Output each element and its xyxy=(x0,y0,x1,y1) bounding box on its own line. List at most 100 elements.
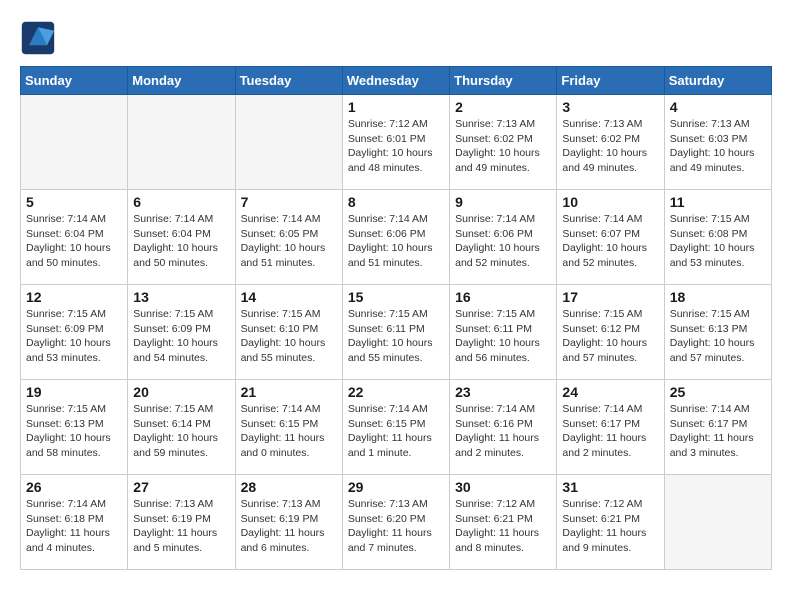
cell-info: Sunrise: 7:13 AMSunset: 6:19 PMDaylight:… xyxy=(241,498,325,554)
header-cell-wednesday: Wednesday xyxy=(342,67,449,95)
cell-info: Sunrise: 7:15 AMSunset: 6:09 PMDaylight:… xyxy=(26,308,111,364)
day-number: 28 xyxy=(241,479,337,495)
cell-info: Sunrise: 7:14 AMSunset: 6:15 PMDaylight:… xyxy=(241,403,325,459)
day-number: 8 xyxy=(348,194,444,210)
day-cell xyxy=(235,95,342,190)
day-number: 2 xyxy=(455,99,551,115)
day-cell xyxy=(21,95,128,190)
cell-info: Sunrise: 7:13 AMSunset: 6:20 PMDaylight:… xyxy=(348,498,432,554)
day-cell: 17 Sunrise: 7:15 AMSunset: 6:12 PMDaylig… xyxy=(557,285,664,380)
header-cell-thursday: Thursday xyxy=(450,67,557,95)
day-cell: 3 Sunrise: 7:13 AMSunset: 6:02 PMDayligh… xyxy=(557,95,664,190)
header-cell-tuesday: Tuesday xyxy=(235,67,342,95)
day-cell: 23 Sunrise: 7:14 AMSunset: 6:16 PMDaylig… xyxy=(450,380,557,475)
header-cell-friday: Friday xyxy=(557,67,664,95)
day-cell: 29 Sunrise: 7:13 AMSunset: 6:20 PMDaylig… xyxy=(342,475,449,570)
day-number: 7 xyxy=(241,194,337,210)
cell-info: Sunrise: 7:14 AMSunset: 6:05 PMDaylight:… xyxy=(241,213,326,269)
day-cell: 10 Sunrise: 7:14 AMSunset: 6:07 PMDaylig… xyxy=(557,190,664,285)
cell-info: Sunrise: 7:15 AMSunset: 6:11 PMDaylight:… xyxy=(455,308,540,364)
week-row-2: 5 Sunrise: 7:14 AMSunset: 6:04 PMDayligh… xyxy=(21,190,772,285)
day-number: 11 xyxy=(670,194,766,210)
day-cell: 11 Sunrise: 7:15 AMSunset: 6:08 PMDaylig… xyxy=(664,190,771,285)
day-number: 19 xyxy=(26,384,122,400)
day-number: 4 xyxy=(670,99,766,115)
day-cell: 21 Sunrise: 7:14 AMSunset: 6:15 PMDaylig… xyxy=(235,380,342,475)
week-row-1: 1 Sunrise: 7:12 AMSunset: 6:01 PMDayligh… xyxy=(21,95,772,190)
calendar-table: SundayMondayTuesdayWednesdayThursdayFrid… xyxy=(20,66,772,570)
day-number: 18 xyxy=(670,289,766,305)
day-cell: 19 Sunrise: 7:15 AMSunset: 6:13 PMDaylig… xyxy=(21,380,128,475)
cell-info: Sunrise: 7:14 AMSunset: 6:16 PMDaylight:… xyxy=(455,403,539,459)
day-cell: 2 Sunrise: 7:13 AMSunset: 6:02 PMDayligh… xyxy=(450,95,557,190)
day-cell xyxy=(664,475,771,570)
day-cell: 14 Sunrise: 7:15 AMSunset: 6:10 PMDaylig… xyxy=(235,285,342,380)
day-cell: 15 Sunrise: 7:15 AMSunset: 6:11 PMDaylig… xyxy=(342,285,449,380)
cell-info: Sunrise: 7:15 AMSunset: 6:12 PMDaylight:… xyxy=(562,308,647,364)
week-row-5: 26 Sunrise: 7:14 AMSunset: 6:18 PMDaylig… xyxy=(21,475,772,570)
header-cell-sunday: Sunday xyxy=(21,67,128,95)
day-cell: 28 Sunrise: 7:13 AMSunset: 6:19 PMDaylig… xyxy=(235,475,342,570)
cell-info: Sunrise: 7:12 AMSunset: 6:21 PMDaylight:… xyxy=(455,498,539,554)
day-number: 13 xyxy=(133,289,229,305)
day-cell: 13 Sunrise: 7:15 AMSunset: 6:09 PMDaylig… xyxy=(128,285,235,380)
day-cell: 1 Sunrise: 7:12 AMSunset: 6:01 PMDayligh… xyxy=(342,95,449,190)
cell-info: Sunrise: 7:14 AMSunset: 6:15 PMDaylight:… xyxy=(348,403,432,459)
day-number: 22 xyxy=(348,384,444,400)
cell-info: Sunrise: 7:13 AMSunset: 6:02 PMDaylight:… xyxy=(455,118,540,174)
cell-info: Sunrise: 7:14 AMSunset: 6:07 PMDaylight:… xyxy=(562,213,647,269)
day-number: 26 xyxy=(26,479,122,495)
logo-icon xyxy=(20,20,56,56)
day-cell: 12 Sunrise: 7:15 AMSunset: 6:09 PMDaylig… xyxy=(21,285,128,380)
cell-info: Sunrise: 7:14 AMSunset: 6:06 PMDaylight:… xyxy=(348,213,433,269)
day-number: 30 xyxy=(455,479,551,495)
cell-info: Sunrise: 7:14 AMSunset: 6:18 PMDaylight:… xyxy=(26,498,110,554)
cell-info: Sunrise: 7:14 AMSunset: 6:04 PMDaylight:… xyxy=(26,213,111,269)
cell-info: Sunrise: 7:15 AMSunset: 6:09 PMDaylight:… xyxy=(133,308,218,364)
cell-info: Sunrise: 7:13 AMSunset: 6:02 PMDaylight:… xyxy=(562,118,647,174)
day-number: 16 xyxy=(455,289,551,305)
cell-info: Sunrise: 7:14 AMSunset: 6:17 PMDaylight:… xyxy=(670,403,754,459)
day-cell: 6 Sunrise: 7:14 AMSunset: 6:04 PMDayligh… xyxy=(128,190,235,285)
day-cell: 25 Sunrise: 7:14 AMSunset: 6:17 PMDaylig… xyxy=(664,380,771,475)
day-number: 17 xyxy=(562,289,658,305)
day-number: 1 xyxy=(348,99,444,115)
day-number: 10 xyxy=(562,194,658,210)
day-number: 29 xyxy=(348,479,444,495)
day-number: 9 xyxy=(455,194,551,210)
day-number: 25 xyxy=(670,384,766,400)
cell-info: Sunrise: 7:12 AMSunset: 6:21 PMDaylight:… xyxy=(562,498,646,554)
day-cell: 26 Sunrise: 7:14 AMSunset: 6:18 PMDaylig… xyxy=(21,475,128,570)
calendar-header: SundayMondayTuesdayWednesdayThursdayFrid… xyxy=(21,67,772,95)
day-cell: 30 Sunrise: 7:12 AMSunset: 6:21 PMDaylig… xyxy=(450,475,557,570)
day-cell: 24 Sunrise: 7:14 AMSunset: 6:17 PMDaylig… xyxy=(557,380,664,475)
day-number: 21 xyxy=(241,384,337,400)
week-row-4: 19 Sunrise: 7:15 AMSunset: 6:13 PMDaylig… xyxy=(21,380,772,475)
day-number: 24 xyxy=(562,384,658,400)
week-row-3: 12 Sunrise: 7:15 AMSunset: 6:09 PMDaylig… xyxy=(21,285,772,380)
day-cell: 27 Sunrise: 7:13 AMSunset: 6:19 PMDaylig… xyxy=(128,475,235,570)
day-cell: 20 Sunrise: 7:15 AMSunset: 6:14 PMDaylig… xyxy=(128,380,235,475)
day-cell xyxy=(128,95,235,190)
day-number: 23 xyxy=(455,384,551,400)
day-number: 14 xyxy=(241,289,337,305)
day-cell: 5 Sunrise: 7:14 AMSunset: 6:04 PMDayligh… xyxy=(21,190,128,285)
cell-info: Sunrise: 7:13 AMSunset: 6:19 PMDaylight:… xyxy=(133,498,217,554)
day-cell: 16 Sunrise: 7:15 AMSunset: 6:11 PMDaylig… xyxy=(450,285,557,380)
cell-info: Sunrise: 7:15 AMSunset: 6:08 PMDaylight:… xyxy=(670,213,755,269)
day-number: 31 xyxy=(562,479,658,495)
day-cell: 9 Sunrise: 7:14 AMSunset: 6:06 PMDayligh… xyxy=(450,190,557,285)
day-number: 3 xyxy=(562,99,658,115)
cell-info: Sunrise: 7:14 AMSunset: 6:04 PMDaylight:… xyxy=(133,213,218,269)
logo xyxy=(20,20,60,56)
cell-info: Sunrise: 7:14 AMSunset: 6:06 PMDaylight:… xyxy=(455,213,540,269)
day-number: 27 xyxy=(133,479,229,495)
cell-info: Sunrise: 7:15 AMSunset: 6:14 PMDaylight:… xyxy=(133,403,218,459)
cell-info: Sunrise: 7:12 AMSunset: 6:01 PMDaylight:… xyxy=(348,118,433,174)
day-number: 15 xyxy=(348,289,444,305)
cell-info: Sunrise: 7:15 AMSunset: 6:13 PMDaylight:… xyxy=(670,308,755,364)
cell-info: Sunrise: 7:15 AMSunset: 6:13 PMDaylight:… xyxy=(26,403,111,459)
day-cell: 31 Sunrise: 7:12 AMSunset: 6:21 PMDaylig… xyxy=(557,475,664,570)
day-number: 5 xyxy=(26,194,122,210)
day-cell: 18 Sunrise: 7:15 AMSunset: 6:13 PMDaylig… xyxy=(664,285,771,380)
